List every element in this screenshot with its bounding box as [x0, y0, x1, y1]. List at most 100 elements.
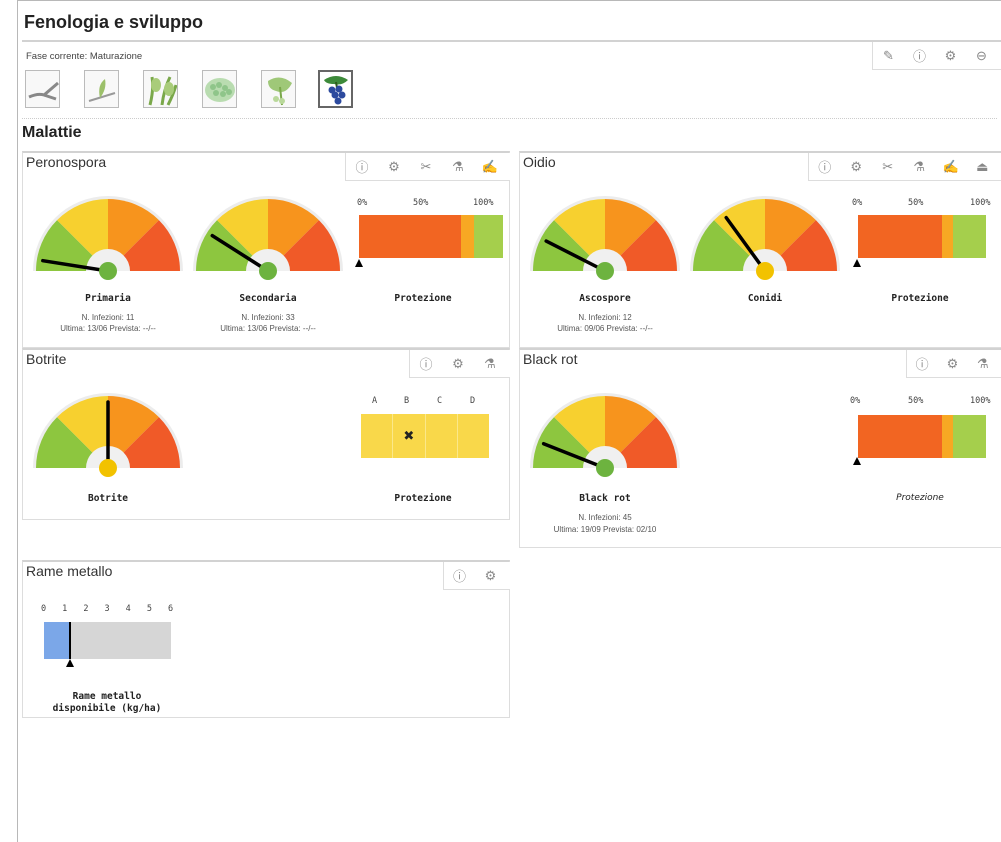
gauge-label: Secondaria [239, 293, 297, 304]
rame-label-line1: Rame metallo [72, 691, 142, 702]
infection-dates: Ultima: 09/06 Prevista: --/-- [557, 324, 653, 333]
grid-cell-d [457, 414, 489, 458]
secondaria-gauge [193, 196, 343, 280]
page-title: Fenologia e sviluppo [24, 12, 204, 32]
gear-icon[interactable]: ⚙ [378, 154, 410, 180]
blackrot-gauge [530, 393, 680, 477]
phase-ripening-icon[interactable] [318, 70, 353, 108]
info-icon[interactable]: ⓘ [809, 154, 841, 180]
blackrot-toolbar: ⓘ ⚙ ⚗ [906, 350, 1001, 378]
scale-tick: 0% [357, 198, 368, 208]
protection-bar [858, 215, 986, 258]
gear-icon[interactable]: ⚙ [841, 154, 873, 180]
protection-marker [853, 457, 861, 465]
tools-icon[interactable]: ✂ [872, 154, 904, 180]
info-icon[interactable]: ⓘ [444, 563, 475, 589]
botrite-panel: Botrite ⓘ ⚙ ⚗ Botrite A B C D ✖ Protezio… [22, 348, 510, 520]
scale-tick: 100% [970, 396, 991, 406]
scale-tick: 0% [850, 396, 861, 406]
scale-tick: 50% [908, 198, 924, 208]
grid-cell-c [425, 414, 458, 458]
phase-fruitset-icon[interactable] [261, 70, 296, 108]
protection-segment [941, 215, 954, 258]
phase-flowering-icon[interactable] [202, 70, 237, 108]
info-icon[interactable]: ⓘ [907, 351, 937, 377]
gauge-hub [756, 262, 774, 280]
current-phase-text: Fase corrente: Maturazione [26, 51, 143, 62]
gear-icon[interactable]: ⚙ [442, 351, 474, 377]
flask-icon[interactable]: ⚗ [442, 154, 474, 180]
botrite-gauge [33, 393, 183, 477]
infections-count: N. Infezioni: 12 [578, 313, 632, 322]
flask-icon[interactable]: ⚗ [904, 154, 936, 180]
phase-leaves-icon[interactable] [143, 70, 178, 108]
infection-dates: Ultima: 13/06 Prevista: --/-- [220, 324, 316, 333]
beaker-icon[interactable]: ⏏ [967, 154, 999, 180]
column-label: C [437, 396, 443, 406]
flask-icon[interactable]: ⚗ [474, 351, 506, 377]
scale-tick: 100% [473, 198, 494, 208]
close-icon: ✖ [403, 428, 415, 443]
protection-grid: ✖ [361, 414, 489, 458]
rame-tick: 2 [83, 604, 89, 614]
protection-segment [858, 415, 942, 458]
infection-dates: Ultima: 19/09 Prevista: 02/10 [553, 525, 657, 534]
protection-bar [858, 415, 986, 458]
peronospora-toolbar: ⓘ ⚙ ✂ ⚗ ✍ [345, 153, 510, 181]
flask-icon[interactable]: ⚗ [968, 351, 998, 377]
rame-tick: 0 [41, 604, 47, 614]
pencil-icon[interactable]: ✎ [873, 43, 904, 69]
protection-segment [953, 415, 986, 458]
edit-icon[interactable]: ✍ [474, 154, 506, 180]
panel-title: Peronospora [26, 154, 107, 170]
panel-title: Rame metallo [26, 563, 113, 579]
infections-count: N. Infezioni: 33 [241, 313, 295, 322]
protection-scale: 0% 50% 100% [852, 198, 1001, 210]
gauge-label: Primaria [85, 293, 131, 304]
oidio-panel: Oidio ⓘ ⚙ ✂ ⚗ ✍ ⏏ Ascospore N. Infezioni… [519, 151, 1001, 348]
rame-tick: 3 [104, 604, 110, 614]
botrite-toolbar: ⓘ ⚙ ⚗ [409, 350, 510, 378]
gauge-hub [99, 262, 117, 280]
phase-dormancy-icon[interactable] [25, 70, 60, 108]
protection-marker [355, 259, 363, 267]
gauge-hub [596, 459, 614, 477]
ascospore-gauge [530, 196, 680, 280]
rame-label-line2: disponibile (kg/ha) [52, 703, 162, 714]
infections-count: N. Infezioni: 45 [578, 513, 632, 522]
column-label: B [404, 396, 410, 406]
protection-label: Protezione [394, 493, 452, 504]
protection-segment [461, 215, 475, 258]
info-icon[interactable]: ⓘ [410, 351, 442, 377]
gear-icon[interactable]: ⚙ [475, 563, 506, 589]
minus-circle-icon[interactable]: ⊖ [966, 43, 997, 69]
rame-scale: 0 1 2 3 4 5 6 [41, 604, 181, 616]
rame-tick: 1 [62, 604, 68, 614]
rame-marker [66, 659, 75, 667]
gauge-hub [99, 459, 117, 477]
gear-icon[interactable]: ⚙ [937, 351, 967, 377]
rame-tick: 4 [125, 604, 131, 614]
protection-columns: A B C D [361, 396, 489, 408]
gear-icon[interactable]: ⚙ [935, 43, 966, 69]
peronospora-panel: Peronospora ⓘ ⚙ ✂ ⚗ ✍ Primaria N. Infezi… [22, 151, 510, 348]
edit-icon[interactable]: ✍ [935, 154, 967, 180]
scale-tick: 0% [852, 198, 863, 208]
grid-cell-b: ✖ [393, 414, 426, 458]
panel-title: Oidio [523, 154, 556, 170]
phase-budbreak-icon[interactable] [84, 70, 119, 108]
gauge-label: Conidi [747, 293, 783, 304]
scale-tick: 50% [413, 198, 429, 208]
tools-icon[interactable]: ✂ [410, 154, 442, 180]
conidi-gauge [690, 196, 840, 280]
protection-scale: 0% 50% 100% [850, 396, 1001, 408]
protection-label: Protezione [891, 293, 949, 304]
scale-tick: 50% [908, 396, 924, 406]
protection-segment [474, 215, 503, 258]
grid-cell-a [361, 414, 394, 458]
info-icon[interactable]: ⓘ [346, 154, 378, 180]
protection-label: Protezione [394, 293, 452, 304]
primaria-gauge [33, 196, 183, 280]
info-icon[interactable]: ⓘ [904, 43, 935, 69]
protection-scale: 0% 50% 100% [357, 198, 501, 210]
